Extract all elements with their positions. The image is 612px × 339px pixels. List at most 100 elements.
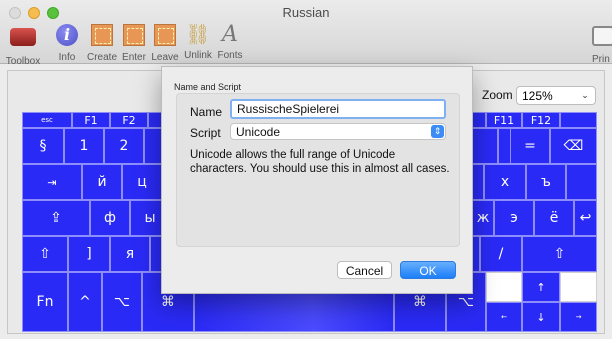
key-a[interactable]: ф — [90, 200, 130, 236]
ok-button[interactable]: OK — [400, 261, 456, 279]
key-arrow-left[interactable]: ← — [486, 302, 522, 332]
key-bracket[interactable]: ] — [68, 236, 110, 272]
leave-label: Leave — [151, 52, 179, 63]
key-label: / — [498, 246, 504, 262]
key-label: ы — [144, 210, 156, 226]
key-caps-lock[interactable]: ⇪ — [22, 200, 90, 236]
info-icon: i — [56, 24, 78, 46]
create-icon — [91, 24, 113, 46]
name-and-script-dialog: Name and Script Name RussischeSpielerei … — [161, 66, 473, 294]
shift-icon: ⇧ — [39, 246, 51, 262]
key-e[interactable]: э — [494, 200, 534, 236]
shift-icon: ⇧ — [553, 246, 566, 262]
key-2[interactable]: 2 — [104, 128, 144, 164]
name-input[interactable]: RussischeSpielerei — [230, 99, 446, 119]
key-f10[interactable] — [472, 112, 486, 128]
printer-icon — [592, 26, 612, 46]
key-arrow-down[interactable]: ↓ — [522, 302, 560, 332]
key-q[interactable]: й — [82, 164, 122, 200]
key-option-left[interactable]: ⌥ — [102, 272, 142, 332]
app-window: Russian Toolbox i Info Create Enter Leav… — [0, 0, 612, 339]
key-p[interactable] — [472, 164, 484, 200]
arrow-up-icon: ↑ — [536, 280, 546, 294]
key-arrow-right[interactable]: → — [560, 302, 597, 332]
command-icon: ⌘ — [161, 294, 175, 310]
key-label: ж — [476, 210, 490, 226]
fonts-label: Fonts — [217, 50, 243, 61]
key-label: F12 — [530, 113, 552, 127]
enter-button[interactable]: Enter — [119, 22, 149, 63]
key-kha[interactable]: х — [484, 164, 526, 200]
key-label: § — [39, 138, 47, 154]
key-delete[interactable]: ⌫ — [550, 128, 597, 164]
name-label: Name — [190, 105, 223, 119]
print-button[interactable]: Prin — [592, 22, 612, 65]
info-label: Info — [58, 52, 76, 63]
key-tab[interactable]: ⇥ — [22, 164, 82, 200]
leave-button[interactable]: Leave — [149, 22, 181, 63]
info-button[interactable]: i Info — [53, 22, 81, 63]
arrow-down-icon: ↓ — [536, 310, 546, 324]
chevron-down-icon: ⌄ — [578, 89, 592, 102]
key-label: 1 — [79, 138, 89, 154]
key-label: ф — [104, 210, 116, 226]
key-label: F2 — [122, 113, 136, 127]
key-slash[interactable]: / — [480, 236, 522, 272]
option-icon: ⌥ — [113, 294, 131, 310]
key-yo[interactable]: ё — [534, 200, 574, 236]
key-control[interactable]: ^ — [68, 272, 102, 332]
key-1[interactable]: 1 — [64, 128, 104, 164]
key-label: = — [524, 138, 536, 154]
font-icon: A — [222, 22, 238, 47]
zoom-select[interactable]: 125% ⌄ — [516, 86, 596, 105]
window-title: Russian — [282, 5, 330, 20]
key-label: й — [97, 174, 107, 190]
key-ya[interactable]: я — [110, 236, 150, 272]
toolbox-button[interactable]: Toolbox — [3, 22, 43, 67]
key-f3[interactable] — [148, 112, 162, 128]
tab-icon: ⇥ — [47, 175, 57, 189]
cancel-button[interactable]: Cancel — [337, 261, 392, 279]
key-f11[interactable]: F11 — [486, 112, 522, 128]
key-f2[interactable]: F2 — [110, 112, 148, 128]
key-blank-left — [486, 272, 522, 302]
key-f12[interactable]: F12 — [522, 112, 560, 128]
return-icon: ↩ — [579, 210, 592, 226]
key-label: я — [125, 246, 135, 262]
key-shift-right[interactable]: ⇧ — [522, 236, 597, 272]
key-label: х — [500, 174, 510, 190]
chain-link-icon: ⛓ — [185, 24, 211, 46]
key-arrow-up[interactable]: ↑ — [522, 272, 560, 302]
title-bar: Russian Toolbox i Info Create Enter Leav… — [0, 0, 612, 67]
key-hard-sign[interactable]: ъ — [526, 164, 566, 200]
create-button[interactable]: Create — [85, 22, 119, 63]
key-label: э — [510, 210, 518, 226]
key-equals[interactable]: = — [510, 128, 550, 164]
enter-label: Enter — [122, 52, 146, 63]
key-period[interactable] — [472, 236, 480, 272]
key-power[interactable] — [560, 112, 597, 128]
key-zhe[interactable]: ж — [472, 200, 494, 236]
script-description: Unicode allows the full range of Unicode… — [190, 149, 450, 175]
key-3[interactable] — [144, 128, 162, 164]
backspace-icon: ⌫ — [563, 138, 584, 154]
enter-icon — [123, 24, 145, 46]
key-return[interactable]: ↩ — [574, 200, 597, 236]
unlink-button[interactable]: ⛓ Unlink — [181, 22, 215, 61]
zoom-label: Zoom — [482, 88, 513, 102]
key-blank-right — [560, 272, 597, 302]
toolbox-icon — [10, 28, 36, 46]
key-f1[interactable]: F1 — [72, 112, 110, 128]
key-shift-left[interactable]: ⇧ — [22, 236, 68, 272]
key-0[interactable] — [472, 128, 498, 164]
script-select[interactable]: Unicode ⇕ — [230, 123, 446, 140]
fonts-button[interactable]: A Fonts — [215, 22, 245, 61]
key-fn[interactable]: Fn — [22, 272, 68, 332]
key-label: esc — [41, 116, 53, 124]
key-section[interactable]: § — [22, 128, 64, 164]
key-w[interactable]: ц — [122, 164, 162, 200]
dialog-title: Name and Script — [174, 82, 242, 92]
control-icon: ^ — [79, 294, 91, 310]
key-return-top[interactable] — [566, 164, 597, 200]
key-esc[interactable]: esc — [22, 112, 72, 128]
